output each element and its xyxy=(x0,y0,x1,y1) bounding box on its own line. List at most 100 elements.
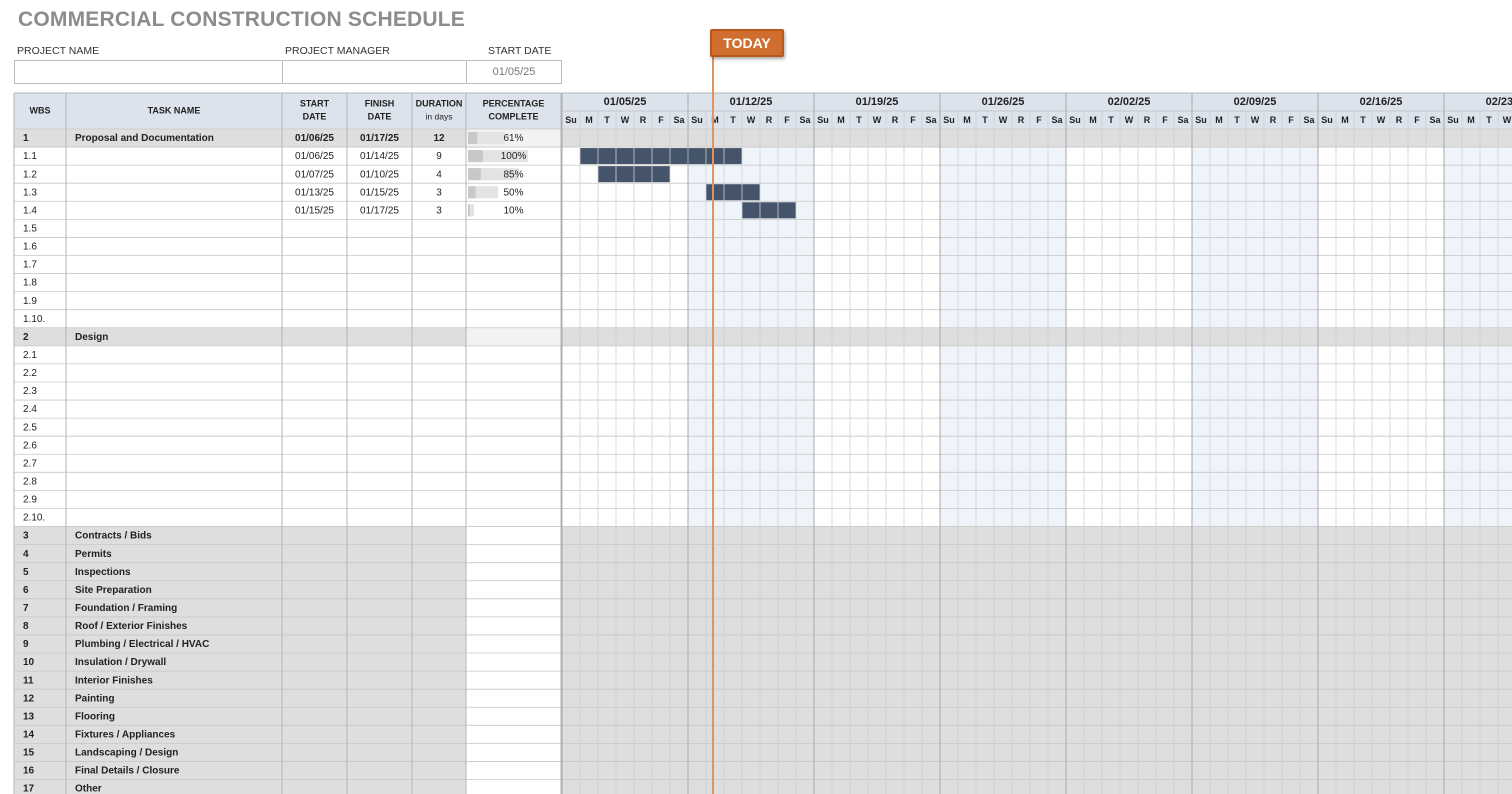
row-start-date: 01/06/25 xyxy=(295,151,334,162)
row-finish-date: 01/17/25 xyxy=(360,205,399,216)
day-label: M xyxy=(837,115,845,125)
day-label: Su xyxy=(943,115,955,125)
row-task-name: Other xyxy=(75,784,102,794)
section-row-timeline-bg xyxy=(562,779,1512,794)
day-label: W xyxy=(621,115,630,125)
row-start-date: 01/07/25 xyxy=(295,169,334,180)
row-wbs: 5 xyxy=(23,567,29,578)
row-duration: 12 xyxy=(433,133,445,144)
row-start-date: 01/13/25 xyxy=(295,187,334,198)
percent-bar xyxy=(468,204,474,217)
gantt-bar xyxy=(598,166,670,183)
day-label: T xyxy=(604,115,610,125)
header-start-date-line2: DATE xyxy=(303,111,327,121)
section-row-bg xyxy=(14,616,466,635)
today-flag: TODAY xyxy=(710,29,784,57)
day-label: M xyxy=(1341,115,1349,125)
row-duration: 3 xyxy=(436,205,442,216)
day-label: F xyxy=(784,115,790,125)
row-finish-date: 01/10/25 xyxy=(360,169,399,180)
row-wbs: 2.8 xyxy=(23,477,37,488)
row-wbs: 2.6 xyxy=(23,440,37,451)
day-label: M xyxy=(1215,115,1223,125)
row-percent: 61% xyxy=(503,133,523,144)
section-row-bg xyxy=(14,725,466,744)
header-duration-line1: DURATION xyxy=(416,98,463,108)
row-wbs: 1.1 xyxy=(23,151,37,162)
row-finish-date: 01/17/25 xyxy=(360,133,399,144)
row-task-name: Landscaping / Design xyxy=(75,748,178,759)
section-row-timeline-bg xyxy=(562,562,1512,581)
header-task-name: TASK NAME xyxy=(148,105,201,115)
row-start-date: 01/06/25 xyxy=(295,133,334,144)
day-label: Sa xyxy=(1303,115,1315,125)
week-shade xyxy=(688,129,814,794)
gantt-bar xyxy=(742,202,796,219)
section-row-bg xyxy=(14,544,466,563)
day-label: Sa xyxy=(1051,115,1063,125)
header-percent-complete-line1: PERCENTAGE xyxy=(483,98,545,108)
row-task-name: Site Preparation xyxy=(75,585,152,596)
day-label: M xyxy=(963,115,971,125)
percent-bar xyxy=(468,150,528,163)
section-row-timeline-bg xyxy=(562,725,1512,744)
week-label: 01/19/25 xyxy=(856,96,899,108)
section-row-timeline-bg xyxy=(562,634,1512,654)
row-task-name: Design xyxy=(75,332,108,343)
header-finish-date-line1: FINISH xyxy=(365,98,395,108)
day-label: R xyxy=(1144,115,1151,125)
day-label: M xyxy=(585,115,593,125)
table-header-bg xyxy=(14,93,561,129)
section-row-bg xyxy=(14,129,466,148)
day-label: F xyxy=(1288,115,1294,125)
row-wbs: 17 xyxy=(23,784,35,794)
row-wbs: 1.9 xyxy=(23,296,37,307)
header-percent-complete-line2: COMPLETE xyxy=(488,111,538,121)
start-date-input[interactable]: 01/05/25 xyxy=(466,60,562,84)
row-task-name: Flooring xyxy=(75,711,115,722)
section-row-timeline-bg xyxy=(562,761,1512,780)
day-label: W xyxy=(1125,115,1134,125)
row-wbs: 8 xyxy=(23,621,29,632)
day-label: R xyxy=(640,115,647,125)
row-percent: 50% xyxy=(503,187,523,198)
day-label: R xyxy=(1270,115,1277,125)
day-label: T xyxy=(856,115,862,125)
day-label: W xyxy=(1377,115,1386,125)
row-wbs: 12 xyxy=(23,693,35,704)
row-task-name: Inspections xyxy=(75,567,131,578)
percent-bar xyxy=(468,132,505,145)
section-row-timeline-bg xyxy=(562,327,1512,346)
section-row-timeline-bg xyxy=(562,671,1512,690)
section-row-bg xyxy=(14,327,466,346)
row-wbs: 1.2 xyxy=(23,169,37,180)
gantt-bar xyxy=(706,184,760,201)
row-wbs: 11 xyxy=(23,675,34,686)
project-manager-input[interactable] xyxy=(282,60,467,84)
row-wbs: 1.7 xyxy=(23,260,37,271)
row-wbs: 6 xyxy=(23,585,29,596)
section-row-bg xyxy=(14,598,466,617)
row-duration: 9 xyxy=(436,151,442,162)
project-name-input[interactable] xyxy=(14,60,283,84)
day-label: R xyxy=(892,115,899,125)
row-task-name: Roof / Exterior Finishes xyxy=(75,621,188,632)
row-wbs: 1.10. xyxy=(23,314,45,325)
day-label: Sa xyxy=(673,115,685,125)
week-shade xyxy=(940,129,1066,794)
week-label: 02/09/25 xyxy=(1234,96,1277,108)
section-row-bg xyxy=(14,562,466,581)
week-shade xyxy=(1192,129,1318,794)
row-task-name: Fixtures / Appliances xyxy=(75,729,176,740)
day-label: T xyxy=(982,115,988,125)
row-wbs: 1.5 xyxy=(23,224,37,235)
section-row-bg xyxy=(14,761,466,780)
row-wbs: 13 xyxy=(23,711,35,722)
percent-bar xyxy=(468,168,519,181)
section-row-timeline-bg xyxy=(562,689,1512,708)
row-percent: 10% xyxy=(503,205,523,216)
day-label: W xyxy=(999,115,1008,125)
row-duration: 4 xyxy=(436,169,442,180)
week-label: 02/16/25 xyxy=(1360,96,1403,108)
row-wbs: 1.8 xyxy=(23,278,37,289)
